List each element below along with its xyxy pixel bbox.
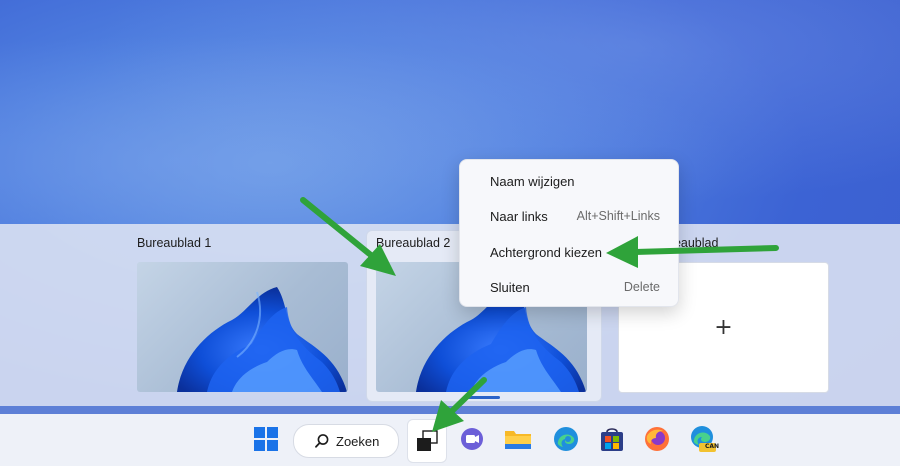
desktop-1-label: Bureaublad 1 <box>137 236 212 250</box>
selected-desktop-indicator <box>466 396 500 399</box>
menu-item-label: Naam wijzigen <box>490 173 575 189</box>
menu-item-choose-background[interactable]: Achtergrond kiezen <box>460 235 678 269</box>
taskbar-search-button[interactable]: Zoeken <box>293 424 399 458</box>
menu-item-label: Sluiten <box>490 279 530 295</box>
menu-item-label: Naar links <box>490 208 548 224</box>
menu-item-shortcut: Alt+Shift+Links <box>576 209 660 223</box>
canary-badge: CAN <box>705 443 720 450</box>
windows-start-icon[interactable] <box>251 424 281 454</box>
menu-item-rename[interactable]: Naam wijzigen <box>460 164 678 198</box>
windows-bloom-wallpaper <box>177 287 347 392</box>
menu-item-shortcut: Delete <box>623 280 660 294</box>
edge-canary-icon[interactable]: CAN <box>688 424 720 454</box>
firefox-icon[interactable] <box>642 424 672 454</box>
desktop-2-label: Bureaublad 2 <box>376 236 451 250</box>
search-label: Zoeken <box>336 433 380 449</box>
search-icon <box>315 434 329 448</box>
desktop-1-thumbnail[interactable] <box>137 262 348 392</box>
file-explorer-icon[interactable] <box>503 424 533 454</box>
menu-item-label: Achtergrond kiezen <box>490 244 603 260</box>
menu-item-move-left[interactable]: Naar links Alt+Shift+Links <box>460 199 678 233</box>
edge-icon[interactable] <box>551 424 581 454</box>
task-view-icon <box>417 430 438 451</box>
desktop-wallpaper <box>0 0 900 230</box>
microsoft-store-icon[interactable] <box>597 424 627 454</box>
panel-divider <box>0 406 900 414</box>
task-view-button[interactable] <box>407 419 447 463</box>
teams-chat-icon[interactable] <box>457 424 487 454</box>
desktop-context-menu: Naam wijzigen Naar links Alt+Shift+Links… <box>459 159 679 307</box>
menu-item-close[interactable]: Sluiten Delete <box>460 270 678 304</box>
taskbar <box>0 414 900 466</box>
